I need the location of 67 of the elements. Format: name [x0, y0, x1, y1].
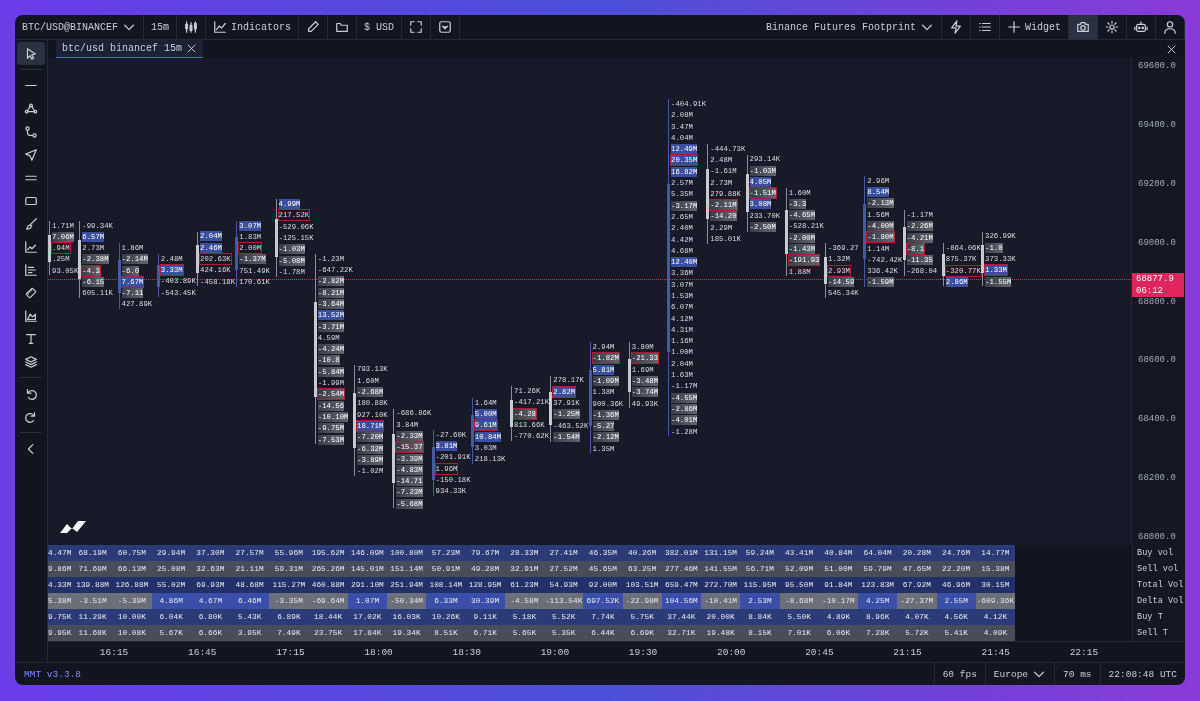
price-label: 68200.0	[1138, 473, 1176, 484]
cursor-button[interactable]	[17, 42, 45, 65]
line-chart-icon	[213, 20, 228, 34]
pencil-icon	[306, 20, 321, 34]
price-label: 68800.0	[1138, 296, 1176, 307]
close-icon	[186, 43, 198, 54]
brush-icon	[24, 216, 38, 231]
row-label: Delta Vol	[1132, 593, 1185, 609]
time-label: 16:15	[98, 646, 130, 658]
price-label: 68600.0	[1138, 355, 1176, 366]
chart-tab[interactable]: btc/usd binancef 15m	[56, 40, 204, 58]
time-label: 21:15	[892, 646, 923, 658]
camera-icon	[1076, 20, 1090, 34]
time-label: 18:00	[363, 646, 394, 658]
symbol-dropdown[interactable]: BTC/USD@BINANCEF	[15, 15, 144, 39]
lightning-icon	[949, 20, 963, 34]
camera-button[interactable]	[1069, 15, 1098, 39]
logo-icon	[60, 521, 86, 533]
region-dropdown[interactable]: Europe	[984, 663, 1055, 685]
latency-label: 70 ms	[1054, 663, 1100, 685]
price-label: 69600.0	[1138, 61, 1176, 71]
time-label: 16:45	[187, 646, 218, 658]
layers-icon	[24, 354, 38, 369]
fps-label: 60 fps	[933, 663, 985, 685]
dropdown-icon	[438, 20, 453, 34]
list-icon	[978, 20, 992, 34]
time-label: 21:45	[980, 646, 1011, 658]
path-icon	[24, 124, 38, 139]
time-label: 17:15	[275, 646, 306, 658]
ruler-icon	[24, 285, 38, 300]
clock-label: 22:08:48 UTC	[1099, 663, 1185, 685]
plus-icon	[1007, 20, 1021, 34]
price-label: 69000.0	[1138, 237, 1176, 248]
settings-icon	[1105, 20, 1119, 34]
time-label: 20:00	[716, 646, 747, 658]
folder-icon	[335, 20, 350, 34]
price-label: 69400.0	[1138, 119, 1176, 130]
robot-icon	[1134, 20, 1148, 34]
price-label: 69200.0	[1138, 178, 1176, 189]
redo-icon	[24, 409, 38, 424]
current-price-label: 68877.9	[1132, 272, 1184, 285]
line-chart-icon	[24, 239, 38, 254]
user-icon	[1163, 20, 1177, 34]
cursor-icon	[24, 46, 38, 61]
candlestick-icon	[184, 20, 199, 34]
indicators-button[interactable]: Indicators	[206, 15, 300, 39]
time-label: 19:30	[627, 646, 659, 658]
nodes-icon	[24, 101, 38, 116]
time-label: 22:15	[1068, 646, 1100, 658]
interval-button[interactable]: 15m	[144, 15, 178, 39]
close-icon	[1166, 43, 1177, 55]
currency-button[interactable]: $ USD	[357, 15, 403, 39]
bar-chart-icon	[24, 262, 38, 277]
undo-icon	[24, 386, 38, 401]
area-chart-icon	[24, 308, 38, 323]
time-label: 18:30	[451, 646, 482, 658]
version-label: MMT v3.3.8	[23, 668, 81, 680]
text-icon	[24, 331, 38, 346]
line-icon	[24, 84, 38, 87]
fullscreen-icon	[409, 20, 424, 34]
send-icon	[24, 147, 38, 162]
price-label: 68000.0	[1138, 532, 1176, 542]
time-label: 20:45	[804, 646, 835, 658]
row-label: Total Vol	[1132, 577, 1185, 593]
layout-dropdown[interactable]: Binance Futures Footprint	[758, 15, 942, 39]
time-label: 19:00	[539, 646, 571, 658]
price-label: 68400.0	[1138, 414, 1176, 425]
